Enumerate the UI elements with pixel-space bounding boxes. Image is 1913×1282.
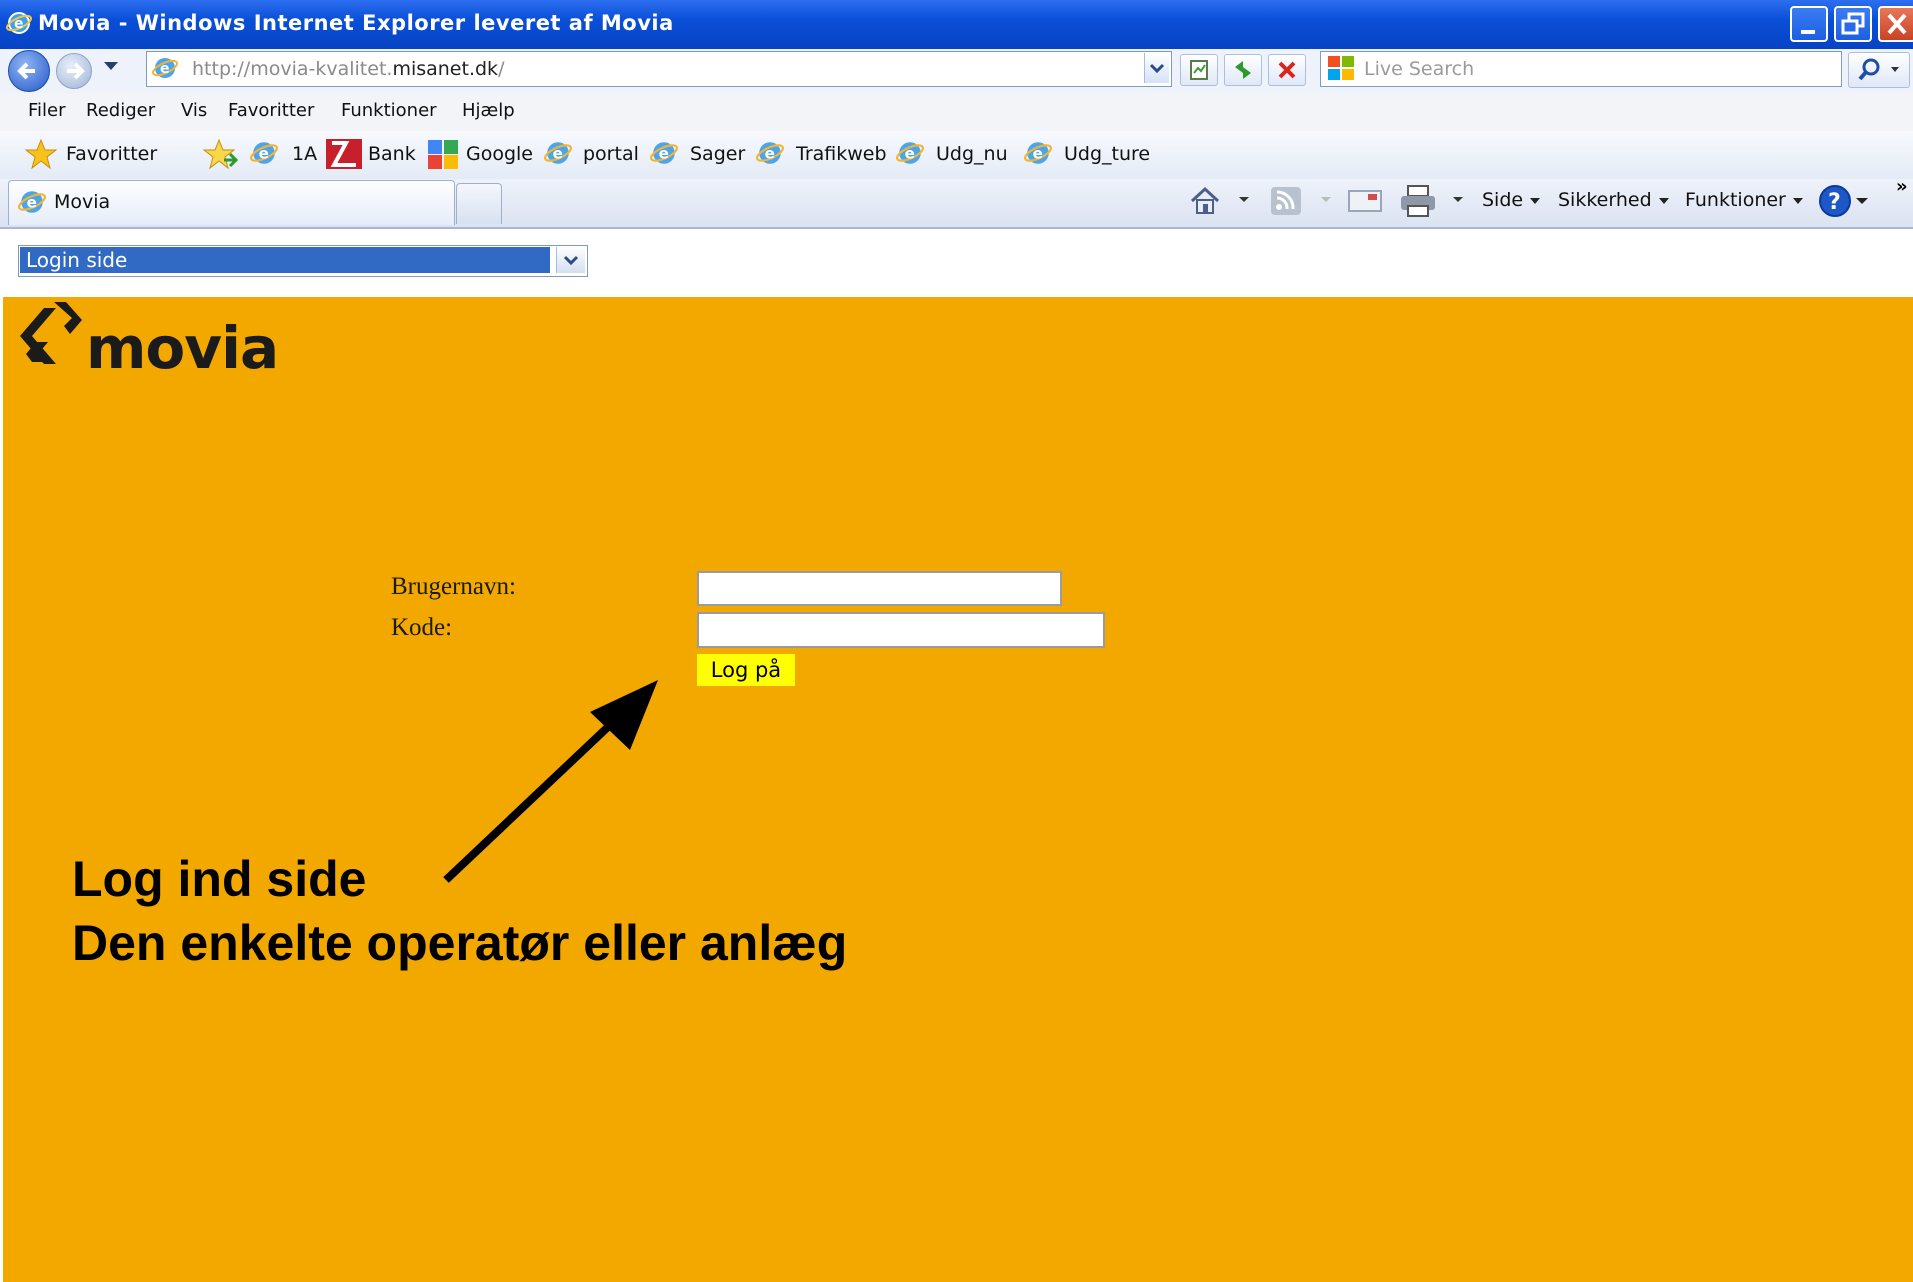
url-domain: misanet.dk xyxy=(392,58,499,80)
chevron-down-icon xyxy=(1792,197,1803,204)
favorite-link-1a[interactable]: 1A xyxy=(292,143,317,165)
ie-icon: e xyxy=(6,12,32,34)
svg-text:?: ? xyxy=(1828,190,1841,215)
svg-text:e: e xyxy=(905,144,915,162)
chevron-down-icon xyxy=(1321,197,1331,202)
add-favorite-icon[interactable] xyxy=(202,138,238,170)
chevron-down-icon xyxy=(1149,63,1165,74)
recent-pages-dropdown[interactable] xyxy=(104,62,118,70)
close-button[interactable] xyxy=(1878,6,1913,42)
svg-text:e: e xyxy=(659,144,669,162)
google-icon xyxy=(428,140,458,169)
ie-icon: e xyxy=(1024,142,1052,164)
favorites-center-button[interactable]: Favoritter xyxy=(66,143,157,165)
minimize-button[interactable] xyxy=(1790,6,1828,42)
chevron-down-icon[interactable] xyxy=(1238,196,1250,204)
movia-logo-text: movia xyxy=(86,314,279,382)
search-icon xyxy=(1858,58,1899,81)
stop-button[interactable] xyxy=(1268,54,1306,86)
menu-tools[interactable]: Funktioner xyxy=(341,100,437,121)
search-button[interactable] xyxy=(1848,52,1910,88)
help-icon[interactable]: ? xyxy=(1818,184,1874,218)
forward-icon xyxy=(67,62,85,80)
ie-icon: e xyxy=(152,58,178,78)
favorite-link-bank[interactable]: Bank xyxy=(368,143,416,165)
tab-label: Movia xyxy=(54,191,111,213)
annotation-title: Log ind side xyxy=(72,851,367,907)
chevron-down-icon[interactable] xyxy=(1452,196,1464,204)
page-select-value[interactable]: Login side xyxy=(19,246,551,274)
password-label: Kode: xyxy=(391,614,453,641)
ie-icon: e xyxy=(896,142,924,164)
bank-logo-icon xyxy=(326,139,362,169)
safety-menu-label: Sikkerhed xyxy=(1558,189,1652,211)
page-select-dropdown-button[interactable] xyxy=(556,247,585,273)
page-body xyxy=(3,297,1913,1282)
compatibility-icon xyxy=(1190,60,1208,80)
ie-icon: e xyxy=(544,142,572,164)
movia-logo-icon xyxy=(20,302,82,364)
tools-menu-button[interactable]: Funktioner xyxy=(1685,189,1803,211)
menu-view[interactable]: Vis xyxy=(181,100,207,121)
star-icon xyxy=(24,138,58,170)
svg-text:e: e xyxy=(259,144,269,162)
ie-icon: e xyxy=(250,142,278,164)
menu-edit[interactable]: Rediger xyxy=(86,100,155,121)
address-dropdown-button[interactable] xyxy=(1144,53,1169,83)
svg-text:e: e xyxy=(1033,144,1043,162)
favorite-link-udg-nu[interactable]: Udg_nu xyxy=(936,143,1008,165)
favorite-link-trafikweb[interactable]: Trafikweb xyxy=(796,143,887,165)
stop-icon xyxy=(1278,61,1296,79)
url-prefix: http://movia-kvalitet. xyxy=(192,58,393,80)
ie-icon: e xyxy=(756,142,784,164)
window-title: Movia - Windows Internet Explorer levere… xyxy=(38,11,674,35)
rss-icon[interactable] xyxy=(1270,186,1302,216)
forward-button[interactable] xyxy=(56,53,92,89)
annotation-arrow xyxy=(443,680,658,883)
page-menu-label: Side xyxy=(1482,189,1524,211)
page-menu-button[interactable]: Side xyxy=(1482,189,1541,211)
svg-text:e: e xyxy=(553,144,563,162)
compatibility-button[interactable] xyxy=(1180,54,1218,86)
annotation-subtitle: Den enkelte operatør eller anlæg xyxy=(72,915,848,971)
svg-text:e: e xyxy=(27,193,37,211)
home-icon[interactable] xyxy=(1188,184,1222,218)
tools-menu-label: Funktioner xyxy=(1685,189,1786,211)
ie-icon: e xyxy=(650,142,678,164)
safety-menu-button[interactable]: Sikkerhed xyxy=(1558,189,1669,211)
chevron-down-icon xyxy=(563,255,579,266)
search-placeholder: Live Search xyxy=(1364,58,1475,80)
address-url[interactable]: http://movia-kvalitet.misanet.dk/ xyxy=(192,58,504,80)
login-button[interactable]: Log på xyxy=(697,654,795,686)
svg-text:e: e xyxy=(160,61,170,77)
mail-icon[interactable] xyxy=(1348,188,1382,214)
menu-favorites[interactable]: Favoritter xyxy=(228,100,314,121)
refresh-button[interactable] xyxy=(1224,54,1262,86)
ie-icon: e xyxy=(18,191,46,213)
favorite-link-udg-ture[interactable]: Udg_ture xyxy=(1064,143,1150,165)
username-label: Brugernavn: xyxy=(391,573,516,600)
menu-help[interactable]: Hjælp xyxy=(462,100,515,121)
restore-button[interactable] xyxy=(1834,6,1872,42)
refresh-icon xyxy=(1235,61,1251,79)
back-button[interactable] xyxy=(8,50,50,92)
back-icon xyxy=(17,62,35,80)
chevron-down-icon xyxy=(1658,197,1669,204)
new-tab-button[interactable] xyxy=(456,183,502,224)
print-icon[interactable] xyxy=(1398,184,1438,218)
url-suffix: / xyxy=(498,58,505,80)
username-field[interactable] xyxy=(697,571,1062,606)
favorite-link-google[interactable]: Google xyxy=(466,143,533,165)
svg-text:e: e xyxy=(14,16,24,32)
windows-logo-icon xyxy=(1328,56,1354,80)
favorite-link-portal[interactable]: portal xyxy=(583,143,639,165)
more-commands-chevron[interactable]: » xyxy=(1896,176,1908,197)
chevron-down-icon xyxy=(1530,197,1541,204)
password-field[interactable] xyxy=(697,612,1105,648)
favorite-link-sager[interactable]: Sager xyxy=(690,143,745,165)
menu-file[interactable]: Filer xyxy=(28,100,66,121)
svg-text:e: e xyxy=(765,144,775,162)
